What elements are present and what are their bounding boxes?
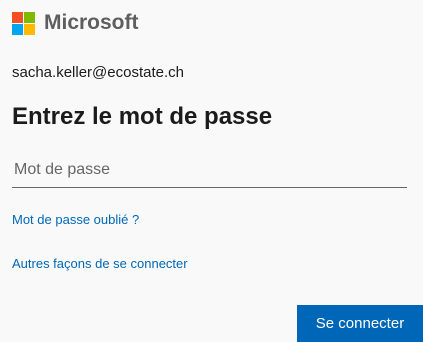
microsoft-logo: Microsoft: [12, 10, 139, 36]
logo-square-red: [12, 11, 23, 23]
password-field-container: [12, 153, 407, 188]
account-identity: sacha.keller@ecostate.ch: [12, 64, 184, 81]
page-title: Entrez le mot de passe: [12, 103, 273, 130]
password-input[interactable]: [12, 153, 407, 187]
logo-square-blue: [12, 23, 23, 35]
logo-square-green: [24, 11, 35, 23]
forgot-password-link[interactable]: Mot de passe oublié ?: [12, 212, 139, 227]
microsoft-logo-icon: [12, 11, 35, 35]
brand-name: Microsoft: [44, 11, 139, 34]
other-sign-in-options-link[interactable]: Autres façons de se connecter: [12, 256, 188, 271]
sign-in-button[interactable]: Se connecter: [297, 305, 423, 342]
logo-square-yellow: [24, 23, 35, 35]
